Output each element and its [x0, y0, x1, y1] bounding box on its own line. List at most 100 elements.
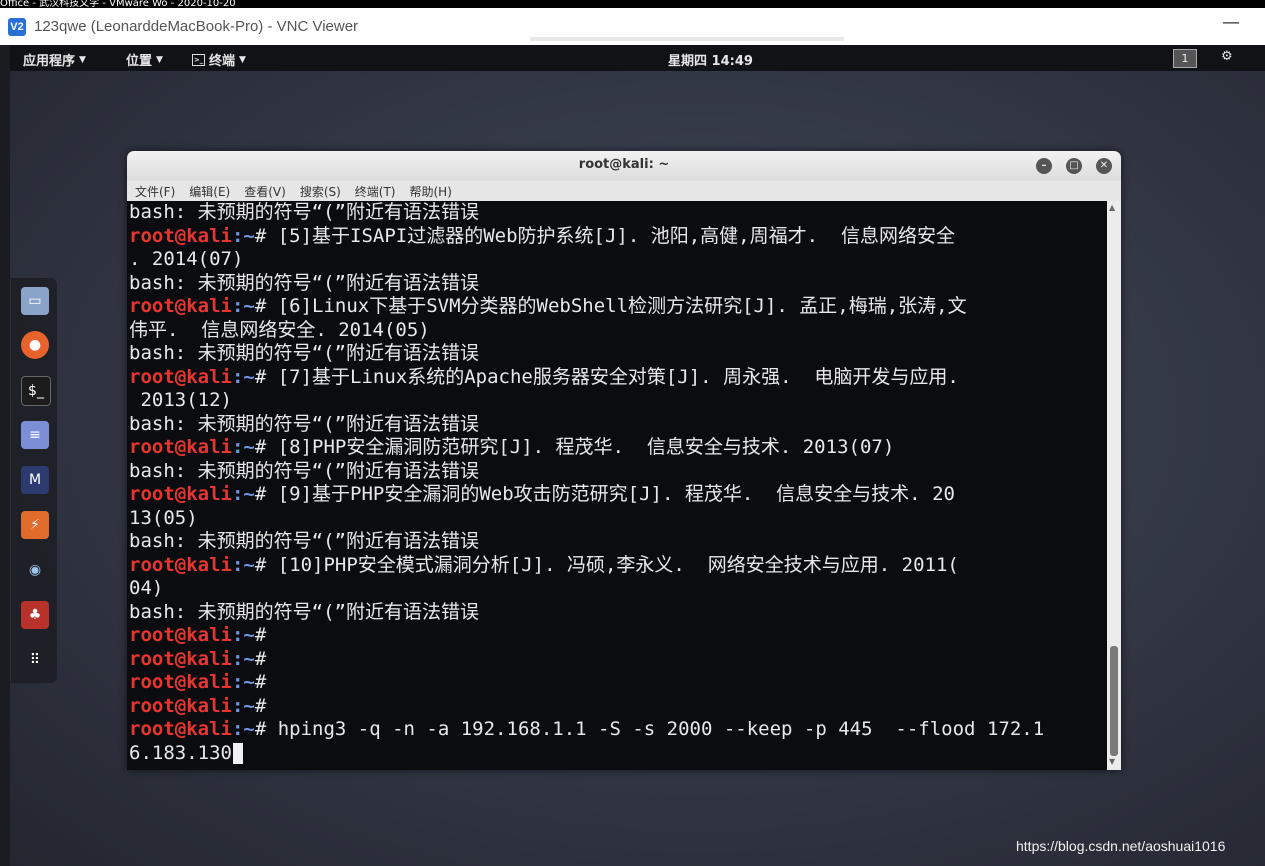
terminal-line: bash: 未预期的符号“(”附近有语法错误 [129, 342, 1104, 366]
panel-clock[interactable]: 星期四 14:49 [668, 50, 753, 69]
close-window-button[interactable]: ✕ [1096, 158, 1112, 174]
prompt-user-host: root@kali [129, 553, 232, 576]
scroll-up-icon[interactable]: ▲ [1109, 203, 1115, 212]
terminal-title-bar[interactable]: root@kali: ~ – □ ✕ [127, 151, 1121, 181]
terminal-line: root@kali:~# [10]PHP安全模式漏洞分析[J]. 冯硕,李永义.… [129, 554, 1104, 578]
terminal-line: root@kali:~# hping3 -q -n -a 192.168.1.1… [129, 718, 1104, 742]
terminal-line: root@kali:~# [129, 695, 1104, 719]
vnc-toolbar-tab[interactable] [530, 37, 844, 41]
output-text: bash: 未预期的符号“(”附近有语法错误 [129, 271, 479, 294]
dock: ▭ ● $_ ≡ M ⚡ ◉ ♣ ⠿ [11, 278, 57, 683]
terminal-line: 6.183.130 [129, 742, 1104, 766]
prompt-user-host: root@kali [129, 671, 232, 693]
terminal-menubar: 文件(F) 编辑(E) 查看(V) 搜索(S) 终端(T) 帮助(H) [127, 181, 1121, 201]
burpsuite-icon[interactable]: ⚡ [21, 511, 49, 539]
terminal-app-menu[interactable]: >_ 终端 ▼ [192, 50, 246, 69]
applications-menu-label: 应用程序 [23, 54, 76, 69]
prompt-user-host: root@kali [129, 647, 232, 670]
prompt-path: :~ [231, 624, 255, 646]
terminal-line: root@kali:~# [6]Linux下基于SVM分类器的WebShell检… [129, 295, 1104, 319]
remote-desktop: 应用程序 ▼ 位置 ▼ >_ 终端 ▼ 星期四 14:49 1 ⚙ ▭ ● $_… [10, 45, 1265, 866]
terminal-line: root@kali:~# [129, 624, 1104, 648]
command-text: # [254, 671, 267, 693]
prompt-user-host: root@kali [129, 295, 232, 317]
files-icon[interactable]: ▭ [21, 287, 49, 315]
command-text: # hping3 -q -n -a 192.168.1.1 -S -s 2000… [254, 718, 1045, 740]
eye-icon[interactable]: ◉ [21, 556, 49, 584]
command-text: # [8]PHP安全漏洞防范研究[J]. 程茂华. 信息安全与技术. 2013(… [254, 436, 895, 458]
menu-file[interactable]: 文件(F) [135, 183, 175, 200]
menu-view[interactable]: 查看(V) [244, 183, 286, 200]
command-text: # [10]PHP安全模式漏洞分析[J]. 冯硕,李永义. 网络安全技术与应用.… [254, 553, 959, 576]
prompt-path: :~ [231, 553, 255, 576]
system-status-icon[interactable]: ⚙ [1221, 49, 1233, 64]
prompt-path: :~ [231, 365, 255, 388]
prompt-path: :~ [231, 483, 255, 505]
scrollbar-thumb[interactable] [1110, 646, 1118, 756]
menu-help[interactable]: 帮助(H) [410, 183, 452, 200]
output-text: bash: 未预期的符号“(”附近有语法错误 [129, 201, 479, 223]
output-text: bash: 未预期的符号“(”附近有语法错误 [129, 342, 479, 364]
csdn-watermark: https://blog.csdn.net/aoshuai1016 [1016, 838, 1226, 854]
prompt-path: :~ [231, 295, 255, 317]
terminal-line: 13(05) [129, 507, 1104, 531]
chevron-down-icon: ▼ [79, 54, 86, 65]
command-text: # [254, 647, 267, 670]
prompt-path: :~ [231, 647, 255, 670]
terminal-line: bash: 未预期的符号“(”附近有语法错误 [129, 413, 1104, 437]
minimize-window-button[interactable]: – [1036, 158, 1052, 174]
terminal-line: root@kali:~# [9]基于PHP安全漏洞的Web攻击防范研究[J]. … [129, 483, 1104, 507]
gnome-top-panel: 应用程序 ▼ 位置 ▼ >_ 终端 ▼ 星期四 14:49 1 ⚙ [10, 45, 1265, 71]
terminal-line: root@kali:~# [7]基于Linux系统的Apache服务器安全对策[… [129, 366, 1104, 390]
output-text: bash: 未预期的符号“(”附近有语法错误 [129, 459, 479, 482]
maximize-window-button[interactable]: □ [1066, 158, 1082, 174]
terminal-output[interactable]: bash: 未预期的符号“(”附近有语法错误 root@kali:~# [5]基于… [129, 201, 1104, 770]
chevron-down-icon: ▼ [156, 54, 163, 65]
terminal-window[interactable]: root@kali: ~ – □ ✕ 文件(F) 编辑(E) 查看(V) 搜索(… [127, 151, 1121, 770]
prompt-user-host: root@kali [129, 718, 232, 740]
command-text: # [5]基于ISAPI过滤器的Web防护系统[J]. 池阳,高健,周福才. 信… [254, 224, 955, 247]
output-text: 伟平. 信息网络安全. 2014(05) [129, 318, 430, 341]
command-text: # [254, 694, 267, 717]
prompt-user-host: root@kali [129, 436, 232, 458]
terminal-title: root@kali: ~ [578, 157, 670, 172]
output-text: . 2014(07) [129, 248, 244, 270]
cherrytree-icon[interactable]: ♣ [21, 601, 49, 629]
prompt-user-host: root@kali [129, 483, 232, 505]
terminal-line: bash: 未预期的符号“(”附近有语法错误 [129, 201, 1104, 225]
terminal-line: bash: 未预期的符号“(”附近有语法错误 [129, 272, 1104, 296]
output-text: bash: 未预期的符号“(”附近有语法错误 [129, 530, 479, 552]
output-text: 2013(12) [129, 389, 232, 411]
places-menu[interactable]: 位置 ▼ [126, 50, 163, 69]
prompt-path: :~ [231, 718, 255, 740]
firefox-icon[interactable]: ● [21, 331, 49, 359]
output-text: 6.183.130 [129, 741, 232, 764]
places-menu-label: 位置 [126, 54, 153, 69]
app-grid-icon[interactable]: ⠿ [21, 646, 49, 674]
chevron-down-icon: ▼ [239, 54, 246, 65]
menu-search[interactable]: 搜索(S) [300, 183, 341, 200]
vnc-logo-icon: V2 [8, 17, 26, 36]
menu-edit[interactable]: 编辑(E) [189, 183, 230, 200]
menu-terminal[interactable]: 终端(T) [355, 183, 396, 200]
vnc-window-title: 123qwe (LeonarddeMacBook-Pro) - VNC View… [34, 18, 359, 35]
metasploit-icon[interactable]: M [21, 466, 49, 494]
applications-menu[interactable]: 应用程序 ▼ [23, 50, 86, 69]
terminal-icon[interactable]: $_ [21, 376, 51, 406]
output-text: bash: 未预期的符号“(”附近有语法错误 [129, 600, 479, 623]
command-text: # [6]Linux下基于SVM分类器的WebShell检测方法研究[J]. 孟… [254, 295, 967, 317]
terminal-line: 2013(12) [129, 389, 1104, 413]
terminal-line: 04) [129, 577, 1104, 601]
terminal-scrollbar[interactable]: ▲ ▼ [1107, 201, 1121, 770]
text-editor-icon[interactable]: ≡ [21, 421, 49, 449]
output-text: 13(05) [129, 506, 198, 529]
prompt-path: :~ [231, 694, 255, 717]
vnc-minimize-button[interactable]: — [1222, 14, 1240, 34]
terminal-line: . 2014(07) [129, 248, 1104, 272]
prompt-path: :~ [231, 671, 255, 693]
terminal-icon: >_ [192, 53, 205, 66]
workspace-indicator[interactable]: 1 [1173, 49, 1197, 68]
prompt-user-host: root@kali [129, 694, 232, 717]
text-cursor [232, 742, 243, 764]
scroll-down-icon[interactable]: ▼ [1109, 757, 1115, 766]
